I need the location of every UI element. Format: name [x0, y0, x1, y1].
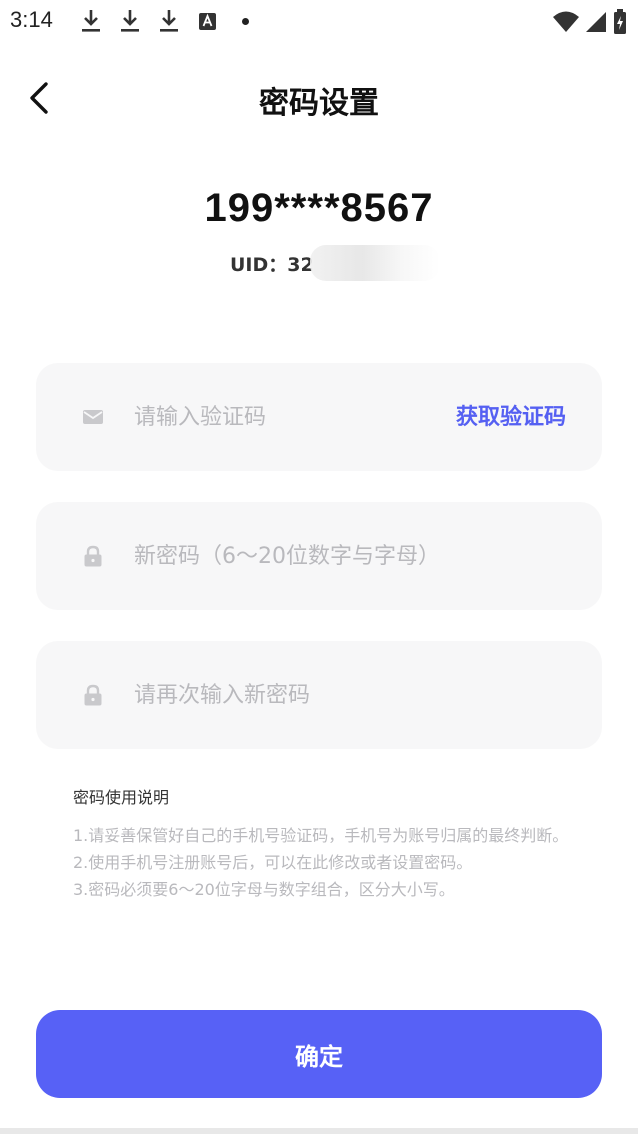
uid-label: UID：32 [230, 253, 314, 276]
status-bar: 3:14 [0, 0, 638, 44]
notification-icons [80, 8, 249, 34]
system-icons [552, 8, 628, 36]
verification-code-input[interactable] [134, 391, 434, 443]
uid-redaction [309, 245, 440, 281]
wifi-icon [553, 11, 579, 32]
dot-icon [242, 17, 249, 25]
status-time: 3:14 [10, 7, 53, 32]
signal-icon [586, 12, 606, 32]
get-code-button[interactable]: 获取验证码 [456, 399, 566, 431]
new-password-field [36, 502, 602, 610]
uid-row: UID：32 [230, 245, 440, 281]
repeat-password-input[interactable] [134, 669, 574, 721]
notes-line: 2.使用手机号注册账号后，可以在此修改或者设置密码。 [73, 853, 473, 872]
new-password-input[interactable] [134, 530, 574, 582]
notes-line: 1.请妥善保管好自己的手机号验证码，手机号为账号归属的最终判断。 [73, 826, 569, 845]
download-icon [160, 10, 178, 32]
navigation-bar [0, 1128, 638, 1134]
repeat-password-field [36, 641, 602, 749]
battery-charging-icon [614, 9, 626, 34]
font-a-icon [199, 13, 216, 30]
download-icon [82, 10, 100, 32]
page-title: 密码设置 [259, 86, 379, 121]
password-notes: 1.请妥善保管好自己的手机号验证码，手机号为账号归属的最终判断。 2.使用手机号… [73, 822, 593, 903]
lock-icon [84, 684, 102, 706]
phone-number: 199****8567 [204, 186, 434, 230]
confirm-button[interactable]: 确定 [36, 1010, 602, 1098]
mail-icon [83, 410, 103, 424]
notes-line: 3.密码必须要6～20位字母与数字组合，区分大小写。 [73, 880, 455, 899]
password-notes-title: 密码使用说明 [73, 788, 170, 807]
download-icon [121, 10, 139, 32]
verification-code-field: 获取验证码 [36, 363, 602, 471]
lock-icon [84, 545, 102, 567]
password-settings-screen: 3:14 密码设置 199****8567 UID：32 请输入验证码 获取验证… [0, 0, 638, 1134]
header: 密码设置 [0, 60, 638, 134]
